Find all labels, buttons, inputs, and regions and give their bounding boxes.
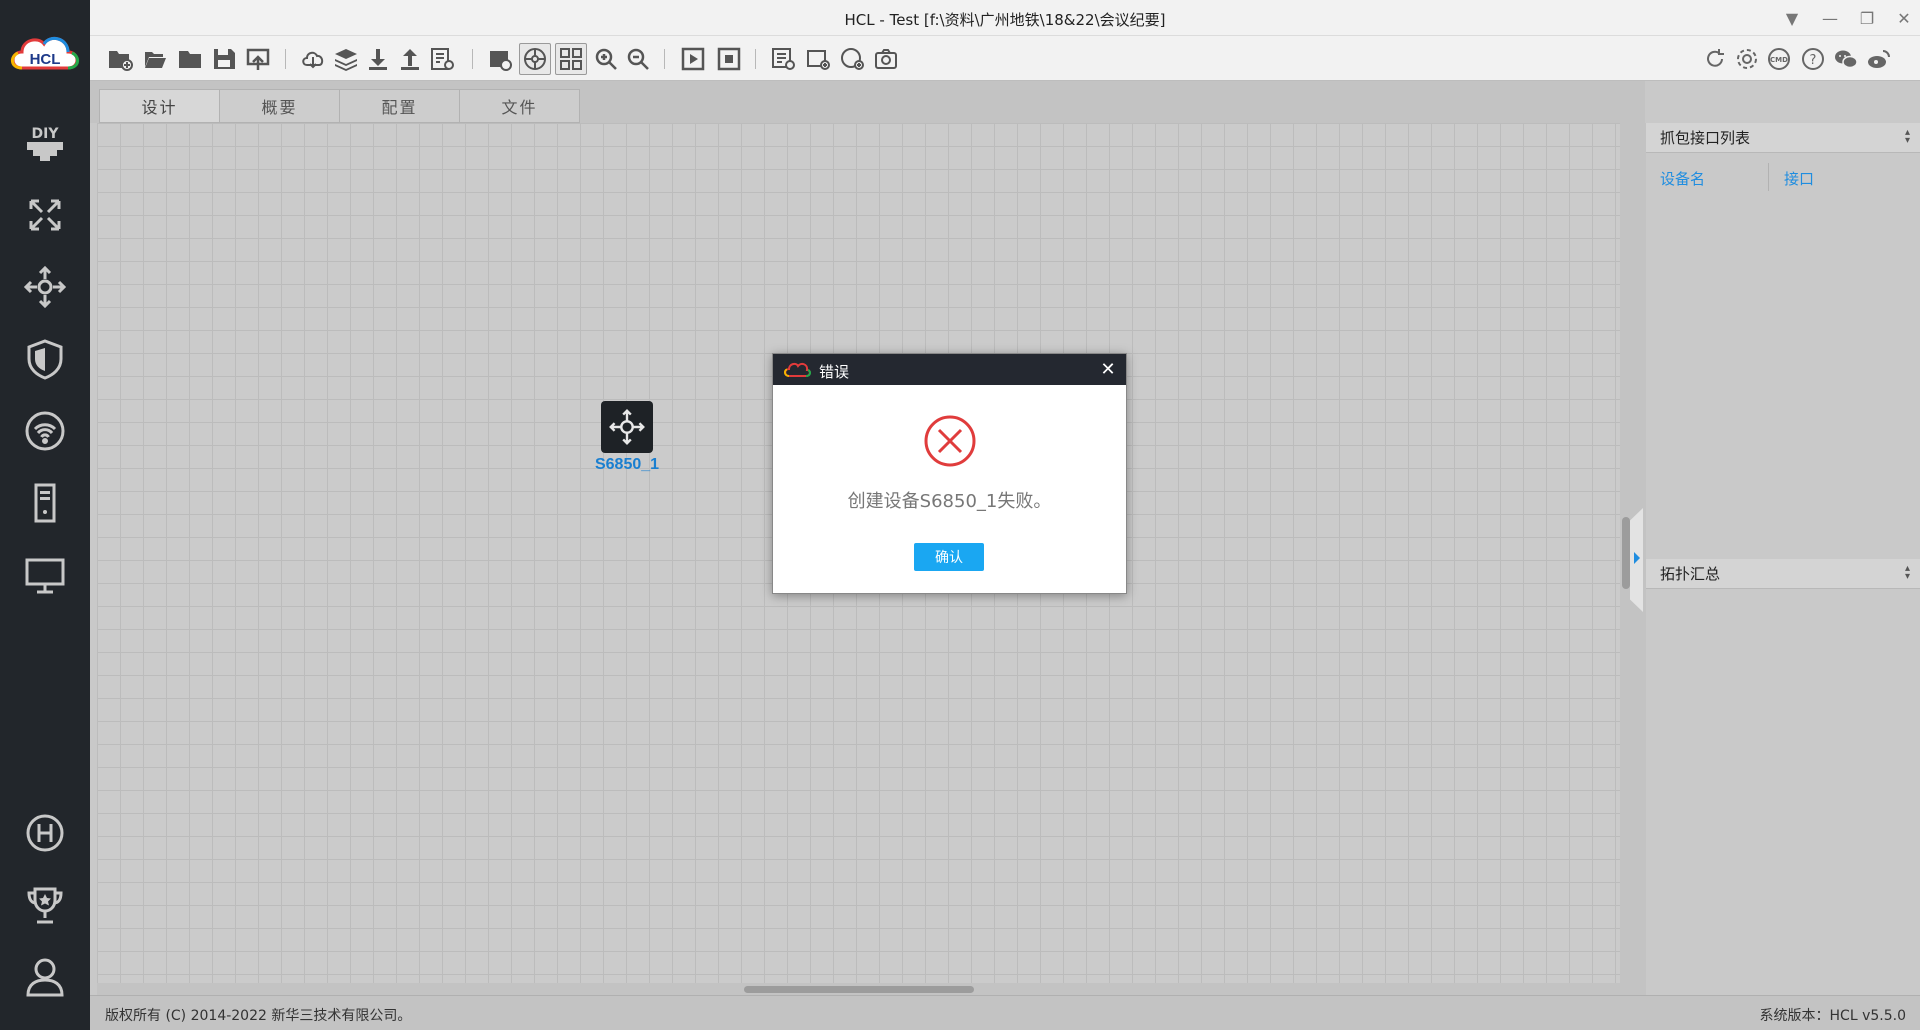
cloud-import-icon[interactable] <box>297 43 329 75</box>
layers-icon[interactable] <box>330 43 362 75</box>
error-icon <box>924 415 976 467</box>
tab-bar: 设计 概要 配置 文件 <box>90 81 1645 123</box>
hcl-logo: HCL <box>8 30 82 76</box>
add-ellipse-icon[interactable] <box>836 43 868 75</box>
expand-arrow-icon[interactable] <box>1634 552 1640 564</box>
save-icon[interactable] <box>208 43 240 75</box>
switch-icon[interactable] <box>20 262 70 312</box>
stop-all-icon[interactable] <box>713 43 745 75</box>
open-folder-icon[interactable] <box>174 43 206 75</box>
start-all-icon[interactable] <box>677 43 709 75</box>
toolbar: CMD ? <box>90 36 1920 81</box>
error-dialog: 错误 ✕ 创建设备S6850_1失败。 确认 <box>772 353 1127 594</box>
column-divider <box>1768 163 1769 191</box>
restore-button[interactable]: ❐ <box>1854 6 1880 30</box>
collapse-icon[interactable]: ▴ ▾ <box>1905 564 1910 582</box>
new-project-icon[interactable] <box>104 43 136 75</box>
log-icon[interactable] <box>426 43 458 75</box>
zoom-in-icon[interactable] <box>590 43 622 75</box>
horizontal-scroll-thumb[interactable] <box>744 986 974 993</box>
dialog-message: 创建设备S6850_1失败。 <box>847 491 1052 512</box>
save-as-icon[interactable] <box>242 43 274 75</box>
h3c-brand-icon[interactable] <box>20 808 70 858</box>
firewall-shield-icon[interactable] <box>20 334 70 384</box>
hcl-cloud-icon <box>783 362 811 377</box>
close-window-button[interactable]: ✕ <box>1891 6 1917 30</box>
ok-button[interactable]: 确认 <box>914 543 984 571</box>
import-icon[interactable] <box>362 43 394 75</box>
svg-text:DIY: DIY <box>32 126 60 142</box>
column-interface[interactable]: 接口 <box>1784 168 1814 189</box>
zoom-out-icon[interactable] <box>622 43 654 75</box>
wechat-icon[interactable] <box>1830 43 1862 75</box>
tab-summary[interactable]: 概要 <box>219 89 340 123</box>
camera-icon[interactable] <box>870 43 902 75</box>
capture-list-header: 抓包接口列表 ▴ ▾ <box>1646 123 1920 153</box>
open-project-icon[interactable] <box>139 43 171 75</box>
dialog-header: 错误 ✕ <box>773 354 1126 385</box>
server-icon[interactable] <box>20 478 70 528</box>
settings-gear-icon[interactable] <box>1731 43 1763 75</box>
refresh-icon[interactable] <box>1699 43 1731 75</box>
collapse-icon[interactable]: ▴ ▾ <box>1905 128 1910 146</box>
topology-summary-title: 拓扑汇总 <box>1660 565 1721 583</box>
dialog-close-icon[interactable]: ✕ <box>1098 359 1118 380</box>
copyright-text: 版权所有 (C) 2014-2022 新华三技术有限公司。 <box>105 1008 412 1024</box>
grid-view-icon[interactable] <box>555 43 587 75</box>
device-s6850-switch-icon[interactable] <box>601 401 653 453</box>
tab-config[interactable]: 配置 <box>339 89 460 123</box>
right-panel: 抓包接口列表 ▴ ▾ 设备名 接口 拓扑汇总 ▴ ▾ <box>1646 123 1920 995</box>
window-title: HCL - Test [f:\资料\广州地铁\18&22\会议纪要] <box>844 11 1166 29</box>
user-icon[interactable] <box>20 952 70 1002</box>
dialog-title: 错误 <box>819 363 850 381</box>
status-bar: 版权所有 (C) 2014-2022 新华三技术有限公司。 系统版本：HCL v… <box>90 995 1920 1030</box>
svg-text:CMD: CMD <box>1770 56 1788 64</box>
screenshot-icon[interactable] <box>484 43 516 75</box>
cmd-icon[interactable]: CMD <box>1763 43 1795 75</box>
topology-view-icon[interactable] <box>519 43 551 75</box>
topology-summary-header: 拓扑汇总 ▴ ▾ <box>1646 559 1920 589</box>
help-icon[interactable]: ? <box>1797 43 1829 75</box>
export-icon[interactable] <box>394 43 426 75</box>
dropdown-menu-icon[interactable]: ▼ <box>1779 6 1805 30</box>
diy-icon[interactable]: DIY <box>20 118 70 168</box>
add-list-icon[interactable] <box>767 43 799 75</box>
left-sidebar: HCL DIY <box>0 0 90 1030</box>
tab-design[interactable]: 设计 <box>99 89 220 123</box>
terminal-pc-icon[interactable] <box>20 550 70 600</box>
vertical-scroll-thumb[interactable] <box>1622 517 1630 589</box>
tab-files[interactable]: 文件 <box>459 89 580 123</box>
wireless-icon[interactable] <box>20 406 70 456</box>
minimize-button[interactable]: — <box>1817 6 1843 30</box>
svg-text:?: ? <box>1810 53 1817 68</box>
sina-weibo-icon[interactable] <box>1863 43 1895 75</box>
capture-list-title: 抓包接口列表 <box>1660 129 1751 147</box>
version-text: 系统版本：HCL v5.5.0 <box>1759 1008 1906 1024</box>
horizontal-scrollbar[interactable] <box>97 983 1620 995</box>
router-icon[interactable] <box>20 190 70 240</box>
add-rectangle-icon[interactable] <box>802 43 834 75</box>
trophy-icon[interactable] <box>20 880 70 930</box>
title-bar: HCL - Test [f:\资料\广州地铁\18&22\会议纪要] ▼ — ❐… <box>90 0 1920 36</box>
svg-text:HCL: HCL <box>30 51 61 68</box>
device-label[interactable]: S6850_1 <box>585 456 669 474</box>
column-device-name[interactable]: 设备名 <box>1660 168 1705 189</box>
